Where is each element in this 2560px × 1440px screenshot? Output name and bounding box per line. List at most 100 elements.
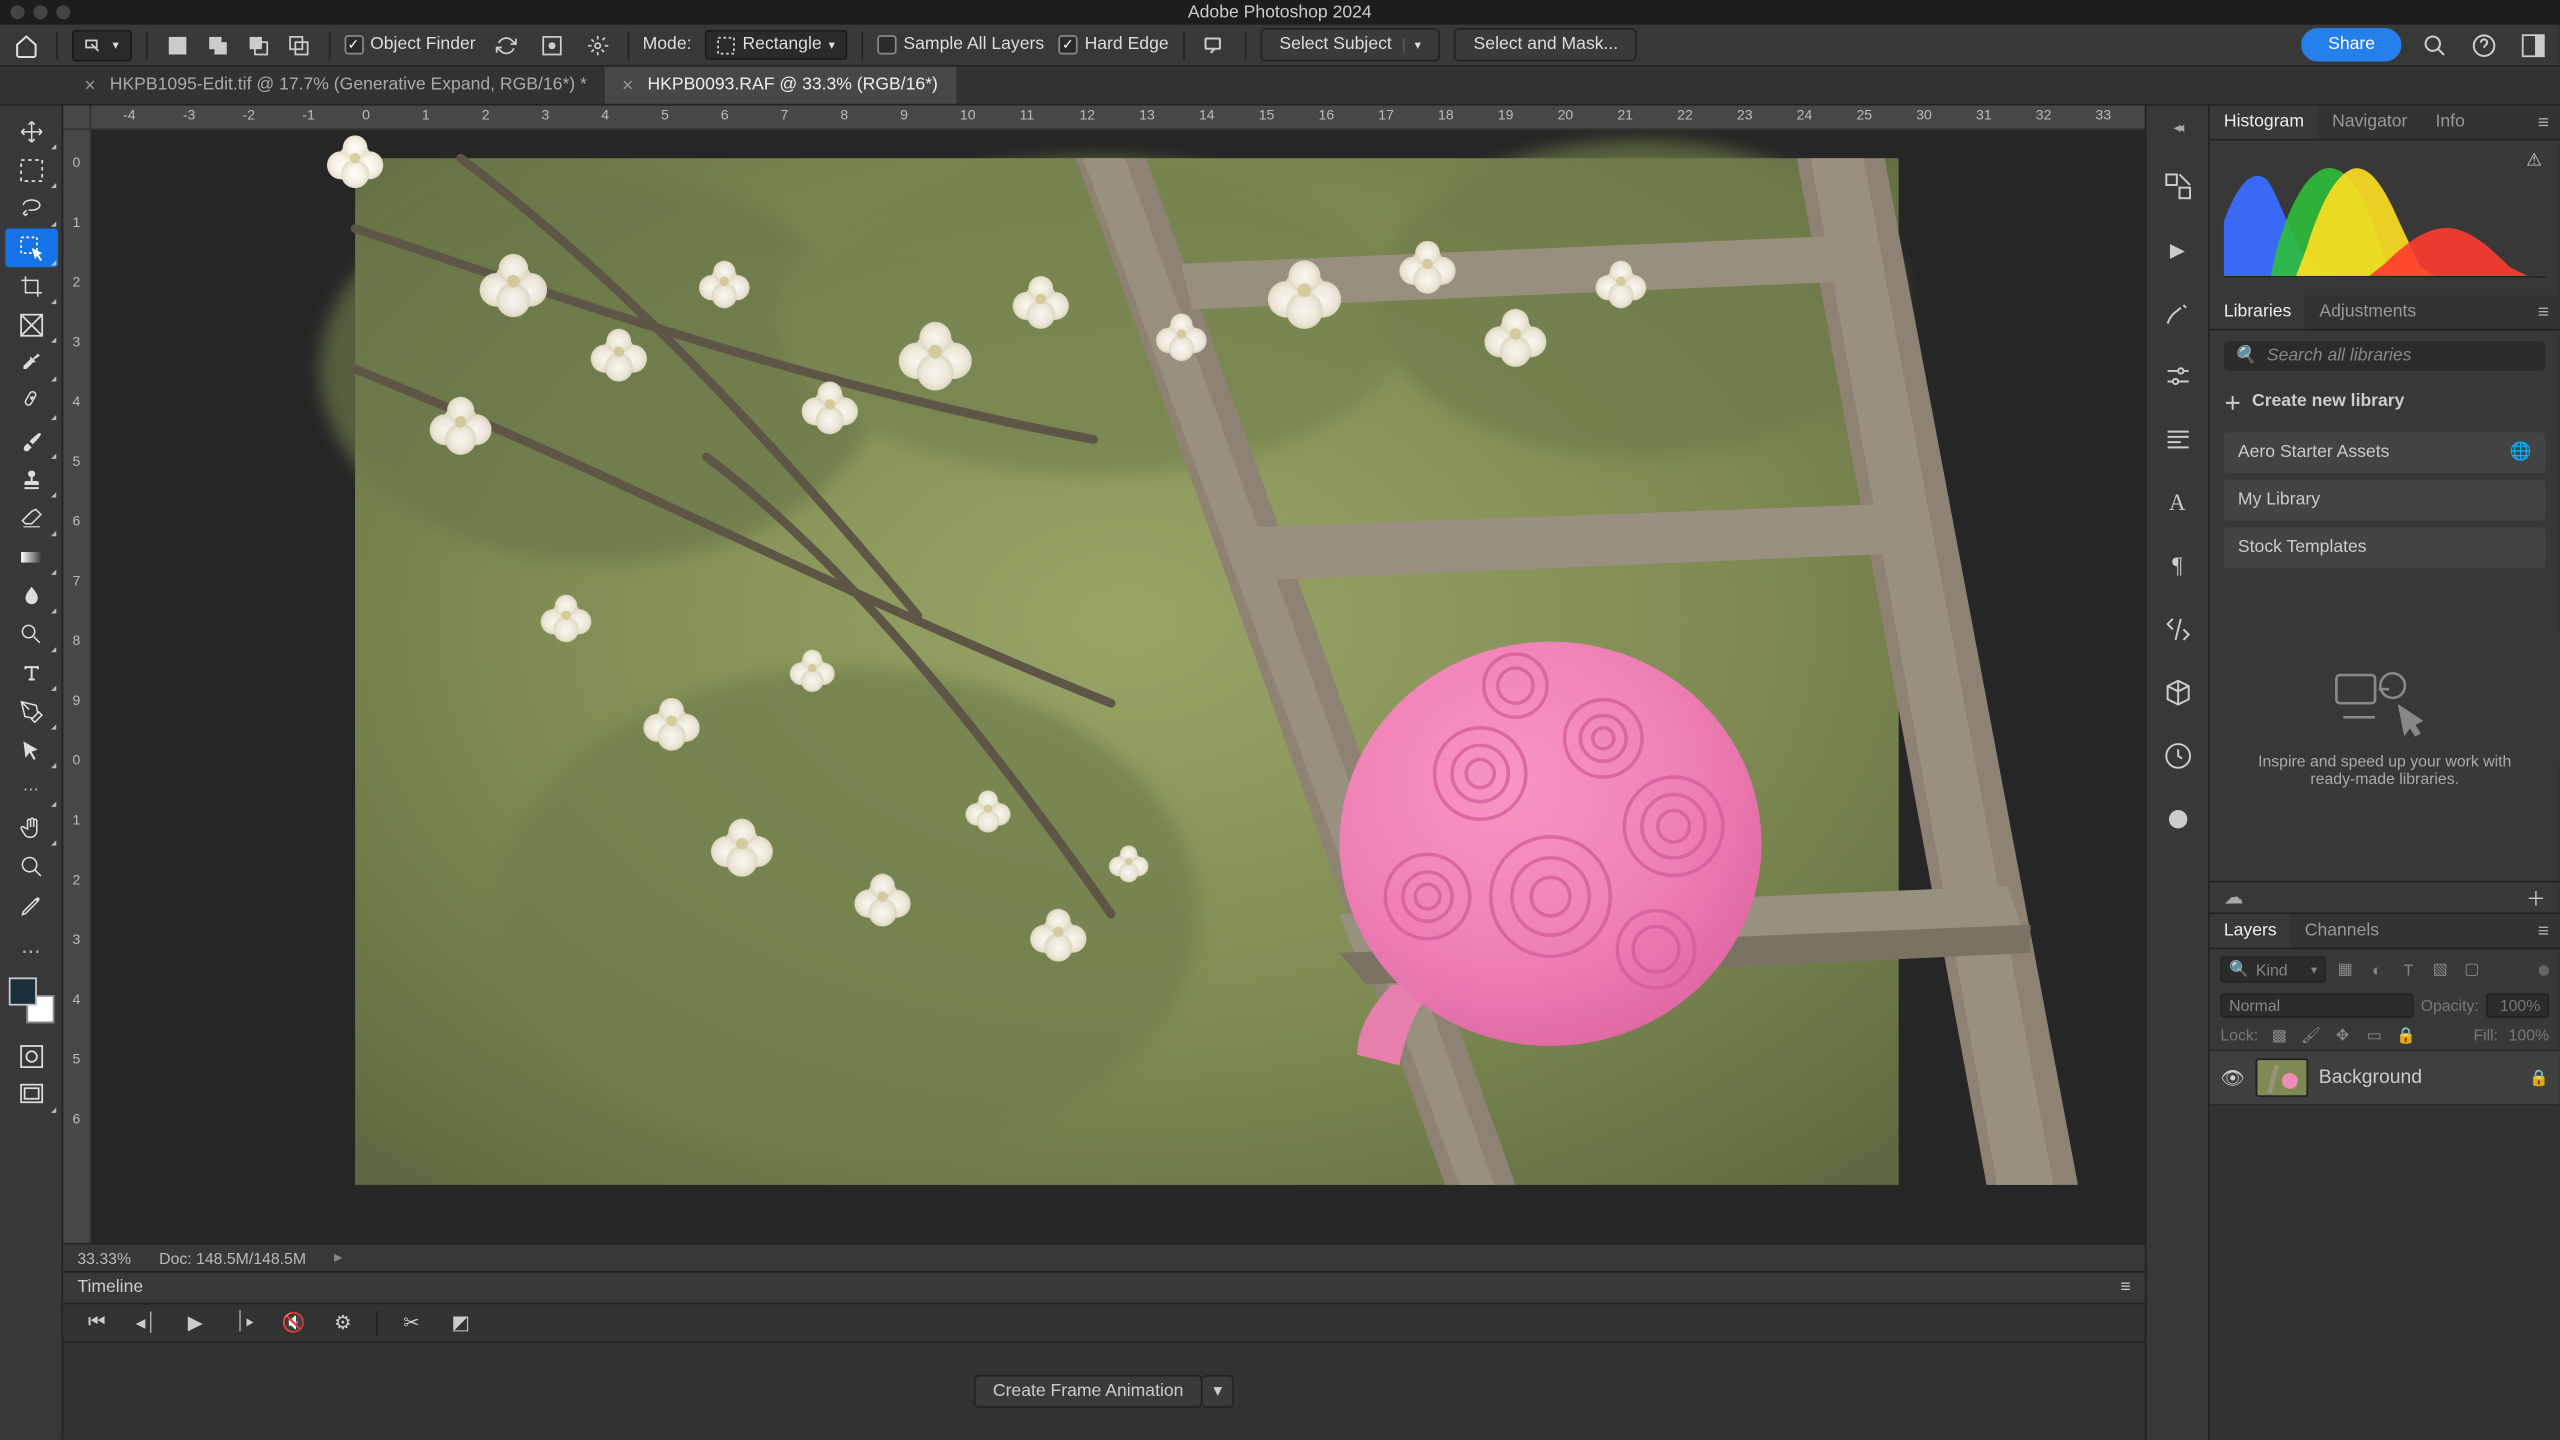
- actions-panel-icon[interactable]: ▶: [2158, 230, 2197, 269]
- screen-mode-toggle[interactable]: [4, 1076, 57, 1115]
- stamp-tool[interactable]: [4, 461, 57, 500]
- library-item[interactable]: Aero Starter Assets🌐: [2224, 432, 2546, 472]
- history-panel-icon[interactable]: [2158, 737, 2197, 776]
- settings-icon[interactable]: [581, 29, 613, 61]
- lock-all-icon[interactable]: 🔒: [2395, 1025, 2416, 1046]
- color-swatches[interactable]: [8, 977, 54, 1023]
- tab-navigator[interactable]: Navigator: [2318, 105, 2421, 138]
- lock-position-icon[interactable]: ✥: [2332, 1025, 2353, 1046]
- help-icon[interactable]: [2468, 29, 2500, 61]
- mute-icon[interactable]: 🔇: [278, 1307, 310, 1339]
- blend-mode-dropdown[interactable]: Normal: [2220, 993, 2413, 1018]
- home-icon[interactable]: [11, 29, 43, 61]
- create-frame-animation-button[interactable]: Create Frame Animation: [974, 1375, 1203, 1408]
- lock-transparency-icon[interactable]: ▩: [2269, 1025, 2290, 1046]
- type-tool[interactable]: [4, 654, 57, 693]
- tab-libraries[interactable]: Libraries: [2210, 295, 2306, 328]
- 3d-panel-icon[interactable]: [2158, 673, 2197, 712]
- feedback-icon[interactable]: [1199, 29, 1231, 61]
- layer-filter-kind-dropdown[interactable]: 🔍 Kind ▾: [2220, 956, 2325, 982]
- shape-tool[interactable]: ⋯: [4, 770, 57, 809]
- tab-document-1[interactable]: ×HKPB1095-Edit.tif @ 17.7% (Generative E…: [67, 67, 605, 104]
- mode-dropdown[interactable]: Rectangle▾: [706, 30, 848, 60]
- pen-tool[interactable]: [4, 693, 57, 732]
- canvas-image[interactable]: [355, 158, 1899, 1185]
- dodge-tool[interactable]: [4, 615, 57, 654]
- add-selection-icon[interactable]: [201, 29, 233, 61]
- panel-menu-icon[interactable]: ≡: [2120, 1278, 2130, 1297]
- create-library-button[interactable]: ＋Create new library: [2224, 389, 2546, 415]
- comments-panel-icon[interactable]: [2158, 800, 2197, 839]
- ruler-origin[interactable]: [63, 105, 91, 130]
- tab-layers[interactable]: Layers: [2210, 914, 2291, 947]
- edit-brush-tool[interactable]: [4, 886, 57, 925]
- filter-adjustment-icon[interactable]: ◐: [2365, 957, 2390, 982]
- brush-settings-panel-icon[interactable]: [2158, 294, 2197, 333]
- color-panel-icon[interactable]: [2158, 167, 2197, 206]
- adjustments-panel-icon[interactable]: [2158, 357, 2197, 396]
- layer-name[interactable]: Background: [2319, 1067, 2422, 1088]
- panel-menu-icon[interactable]: ≡: [2527, 105, 2559, 138]
- prev-frame-icon[interactable]: ◂⏐: [130, 1307, 162, 1339]
- paragraph-panel-icon[interactable]: [2158, 420, 2197, 459]
- layer-row[interactable]: 👁 Background 🔒: [2210, 1050, 2560, 1106]
- libraries-search[interactable]: 🔍 Search all libraries: [2224, 341, 2546, 371]
- doc-size[interactable]: Doc: 148.5M/148.5M: [159, 1249, 306, 1267]
- workspace-icon[interactable]: [2517, 29, 2549, 61]
- glyphs-panel-icon[interactable]: ¶: [2158, 547, 2197, 586]
- subtract-selection-icon[interactable]: [242, 29, 274, 61]
- fill-input[interactable]: 100%: [2509, 1027, 2549, 1045]
- tab-info[interactable]: Info: [2421, 105, 2478, 138]
- tab-histogram[interactable]: Histogram: [2210, 105, 2318, 138]
- search-icon[interactable]: [2419, 29, 2451, 61]
- lock-icon[interactable]: 🔒: [2529, 1068, 2549, 1087]
- library-item[interactable]: My Library: [2224, 480, 2546, 520]
- hand-tool[interactable]: [4, 809, 57, 848]
- eraser-tool[interactable]: [4, 499, 57, 538]
- filter-image-icon[interactable]: ▦: [2333, 957, 2358, 982]
- blur-tool[interactable]: [4, 577, 57, 616]
- tab-adjustments[interactable]: Adjustments: [2305, 295, 2430, 328]
- intersect-selection-icon[interactable]: [282, 29, 314, 61]
- cloud-sync-icon[interactable]: ☁: [2224, 886, 2243, 909]
- lock-pixels-icon[interactable]: 🖌: [2300, 1025, 2321, 1046]
- marquee-tool[interactable]: [4, 151, 57, 190]
- filter-smart-icon[interactable]: ▢: [2459, 957, 2484, 982]
- window-controls[interactable]: [11, 5, 71, 19]
- panel-menu-icon[interactable]: ≡: [2527, 914, 2559, 947]
- transition-icon[interactable]: ◩: [445, 1307, 477, 1339]
- show-overlay-icon[interactable]: [535, 29, 567, 61]
- histogram-warning-icon[interactable]: ⚠: [2526, 151, 2542, 170]
- panel-menu-icon[interactable]: ≡: [2527, 295, 2559, 328]
- horizontal-ruler[interactable]: -4-3-2-101234567891011121314151617181920…: [91, 105, 2144, 130]
- layer-thumbnail[interactable]: [2256, 1058, 2309, 1097]
- object-finder-checkbox[interactable]: Object Finder: [344, 35, 476, 54]
- tool-preset-dropdown[interactable]: ▾: [72, 29, 131, 61]
- first-frame-icon[interactable]: ⏮: [81, 1307, 113, 1339]
- next-frame-icon[interactable]: ⏐▸: [229, 1307, 261, 1339]
- hard-edge-checkbox[interactable]: Hard Edge: [1058, 35, 1168, 54]
- add-content-icon[interactable]: ＋: [2526, 883, 2545, 911]
- vertical-ruler[interactable]: 01234567890123456: [63, 130, 91, 1243]
- select-subject-button[interactable]: Select Subject▾: [1260, 28, 1440, 61]
- tab-document-2[interactable]: ×HKPB0093.RAF @ 33.3% (RGB/16*): [604, 67, 955, 104]
- path-selection-tool[interactable]: [4, 731, 57, 770]
- share-button[interactable]: Share: [2302, 28, 2402, 61]
- properties-panel-icon[interactable]: [2158, 610, 2197, 649]
- healing-brush-tool[interactable]: [4, 383, 57, 422]
- filter-toggle[interactable]: [2539, 964, 2550, 975]
- zoom-tool[interactable]: [4, 847, 57, 886]
- close-icon[interactable]: ×: [622, 75, 633, 96]
- create-timeline-dropdown[interactable]: ▾: [1203, 1375, 1235, 1408]
- move-tool[interactable]: [4, 113, 57, 152]
- zoom-value[interactable]: 33.33%: [77, 1249, 131, 1267]
- refresh-icon[interactable]: [490, 29, 522, 61]
- visibility-icon[interactable]: 👁: [2220, 1066, 2245, 1089]
- gradient-tool[interactable]: [4, 538, 57, 577]
- crop-tool[interactable]: [4, 267, 57, 306]
- sample-all-layers-checkbox[interactable]: Sample All Layers: [877, 35, 1044, 54]
- lasso-tool[interactable]: [4, 190, 57, 229]
- edit-toolbar[interactable]: ⋯: [4, 932, 57, 971]
- timeline-settings-icon[interactable]: ⚙: [327, 1307, 359, 1339]
- quick-mask-toggle[interactable]: [4, 1037, 57, 1076]
